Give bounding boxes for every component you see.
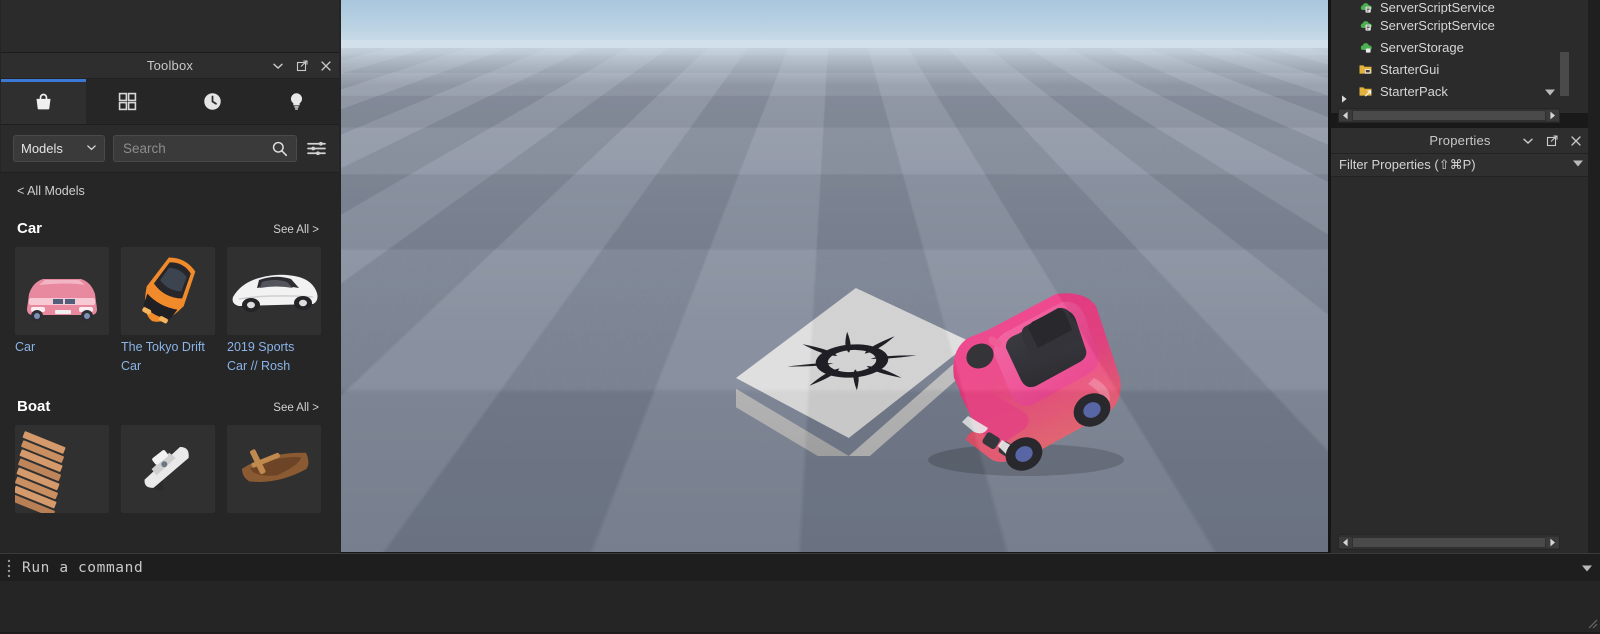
- shopping-bag-icon: [33, 91, 54, 112]
- explorer-expand-arrow-icon[interactable]: [1338, 92, 1350, 104]
- section-title: Boat: [17, 398, 51, 415]
- section-header-car: Car See All >: [1, 198, 339, 237]
- explorer-row-label: ServerScriptService: [1380, 17, 1495, 33]
- pink-suv-model[interactable]: [906, 282, 1141, 482]
- properties-title: Properties: [1429, 133, 1491, 148]
- explorer-row-serverscriptservice[interactable]: ServerScriptService: [1331, 0, 1589, 14]
- search-input[interactable]: Search: [113, 135, 297, 162]
- tab-recent[interactable]: [170, 79, 255, 124]
- undock-icon[interactable]: [1545, 134, 1559, 148]
- search-icon[interactable]: [268, 138, 290, 160]
- service-icon: [1357, 0, 1373, 14]
- asset-type-value: Models: [21, 141, 63, 156]
- breadcrumb[interactable]: < All Models: [1, 173, 339, 198]
- asset-label[interactable]: 2019 Sports Car // Rosh: [227, 338, 315, 376]
- explorer-row-label: ServerScriptService: [1380, 0, 1495, 14]
- asset-thumbnail[interactable]: [15, 425, 109, 513]
- explorer-row-label: ServerStorage: [1380, 39, 1464, 55]
- clock-icon: [202, 91, 223, 112]
- toolbox-title-bar: Toolbox: [1, 53, 339, 79]
- server-script-service-icon: [1357, 17, 1373, 33]
- properties-filter-placeholder: Filter Properties (⇧⌘P): [1339, 157, 1476, 172]
- asset-card[interactable]: 2019 Sports Car // Rosh: [227, 247, 321, 376]
- left-upper-panel-empty: [1, 0, 339, 53]
- 3d-viewport[interactable]: [341, 0, 1329, 552]
- toolbox-results: < All Models Car See All > Car The Tokyo…: [1, 172, 339, 600]
- properties-panel: Properties Filter Properties (⇧⌘P): [1330, 128, 1589, 582]
- explorer-horizontal-scrollbar[interactable]: [1338, 108, 1560, 123]
- toolbox-search-row: Models Search: [1, 125, 339, 172]
- chevron-down-icon[interactable]: [1574, 562, 1600, 574]
- explorer-scroll-down-icon[interactable]: [1543, 85, 1557, 97]
- filter-dropdown-icon[interactable]: [1571, 156, 1585, 174]
- toolbox-title: Toolbox: [146, 58, 194, 73]
- chevron-down-icon: [86, 141, 97, 156]
- asset-card[interactable]: [15, 425, 109, 516]
- explorer-scroll-thumb[interactable]: [1353, 111, 1545, 120]
- command-bar[interactable]: Run a command: [0, 553, 1600, 583]
- asset-card[interactable]: The Tokyo Drift Car: [121, 247, 215, 376]
- section-grid-car: Car The Tokyo Drift Car 2019 Sports Car …: [1, 237, 339, 376]
- tab-creations[interactable]: [255, 79, 340, 124]
- section-grid-boat: [1, 415, 339, 516]
- drag-handle-icon[interactable]: [0, 554, 18, 582]
- search-placeholder: Search: [123, 141, 166, 156]
- left-dock: Toolbox Models Search < All Models Car S…: [0, 0, 342, 600]
- explorer-row-startergui[interactable]: StarterGui: [1331, 58, 1589, 80]
- properties-window-controls: [1521, 128, 1583, 153]
- lightbulb-icon: [286, 91, 307, 112]
- explorer-row-serverscriptservice-full[interactable]: ServerScriptService: [1331, 14, 1589, 36]
- properties-scroll-thumb[interactable]: [1353, 537, 1545, 547]
- asset-thumbnail[interactable]: [15, 247, 109, 335]
- right-edge-strip: [1588, 0, 1600, 553]
- toolbox-window-controls: [271, 53, 333, 78]
- explorer-row-serverstorage[interactable]: ServerStorage: [1331, 36, 1589, 58]
- asset-label[interactable]: The Tokyo Drift Car: [121, 338, 209, 376]
- scroll-left-icon[interactable]: [1339, 110, 1352, 121]
- asset-card[interactable]: [121, 425, 215, 516]
- properties-list-empty: [1331, 177, 1589, 582]
- window-resize-grip[interactable]: [1586, 616, 1598, 629]
- bottom-status-area: [0, 581, 1600, 632]
- explorer-vertical-scrollbar[interactable]: [1560, 52, 1569, 96]
- tab-inventory[interactable]: [86, 79, 171, 124]
- asset-thumbnail[interactable]: [121, 425, 215, 513]
- chevron-down-icon[interactable]: [271, 59, 285, 73]
- tab-marketplace[interactable]: [1, 79, 86, 124]
- roblox-studio-window: Toolbox Models Search < All Models Car S…: [0, 0, 1600, 632]
- see-all-link[interactable]: See All >: [273, 402, 319, 414]
- close-icon[interactable]: [1569, 134, 1583, 148]
- scroll-right-icon[interactable]: [1546, 536, 1559, 548]
- asset-card[interactable]: [227, 425, 321, 516]
- starter-gui-folder-icon: [1357, 61, 1373, 77]
- horizon-haze: [341, 40, 1329, 86]
- asset-type-dropdown[interactable]: Models: [13, 135, 105, 162]
- properties-title-bar: Properties: [1331, 128, 1589, 154]
- asset-card[interactable]: Car: [15, 247, 109, 376]
- command-input-placeholder[interactable]: Run a command: [18, 560, 1574, 576]
- section-title: Car: [17, 220, 43, 237]
- asset-thumbnail[interactable]: [227, 247, 321, 335]
- asset-label[interactable]: Car: [15, 338, 103, 357]
- undock-icon[interactable]: [295, 59, 309, 73]
- toolbox-tabs: [1, 79, 339, 125]
- see-all-link[interactable]: See All >: [273, 224, 319, 236]
- scroll-right-icon[interactable]: [1546, 110, 1559, 121]
- filter-sliders-icon[interactable]: [305, 138, 327, 160]
- explorer-row-label: StarterPack: [1380, 83, 1448, 99]
- chevron-down-icon[interactable]: [1521, 134, 1535, 148]
- properties-filter-input[interactable]: Filter Properties (⇧⌘P): [1331, 154, 1589, 177]
- scroll-left-icon[interactable]: [1339, 536, 1352, 548]
- explorer-row-label: StarterGui: [1380, 61, 1440, 77]
- close-icon[interactable]: [319, 59, 333, 73]
- asset-thumbnail[interactable]: [121, 247, 215, 335]
- grid-icon: [118, 92, 137, 111]
- asset-thumbnail[interactable]: [227, 425, 321, 513]
- starter-pack-folder-icon: [1357, 83, 1373, 99]
- toolbox-panel: Toolbox Models Search < All Models Car S…: [1, 53, 339, 600]
- properties-horizontal-scrollbar[interactable]: [1338, 534, 1560, 550]
- section-header-boat: Boat See All >: [1, 376, 339, 415]
- server-storage-icon: [1357, 39, 1373, 55]
